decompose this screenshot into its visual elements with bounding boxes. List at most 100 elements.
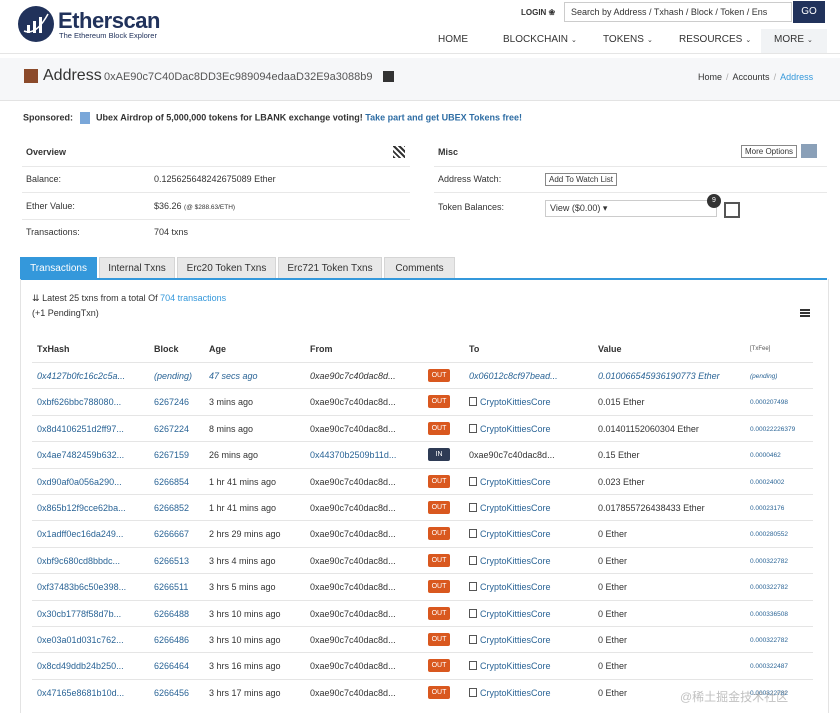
tab-comments[interactable]: Comments bbox=[384, 257, 455, 279]
age-text: 47 secs ago bbox=[209, 371, 258, 381]
block-link[interactable]: 6266456 bbox=[154, 688, 189, 698]
all-transactions-link[interactable]: 704 transactions bbox=[160, 293, 226, 303]
direction-badge: OUT bbox=[428, 553, 450, 567]
divider bbox=[22, 166, 410, 167]
ether-value-usd: $36.26 bbox=[154, 201, 182, 211]
block-link[interactable]: 6266511 bbox=[154, 582, 188, 592]
block-link[interactable]: 6266852 bbox=[154, 503, 189, 513]
table-row: 0x30cb1778f58d7b... 6266488 3 hrs 10 mins … bbox=[32, 599, 813, 627]
breadcrumb-accounts[interactable]: Accounts bbox=[733, 72, 770, 82]
txfee-text: 0.000322782 bbox=[750, 557, 788, 565]
txn-summary: ⇊ Latest 25 txns from a total Of 704 tra… bbox=[32, 293, 226, 304]
to-address[interactable]: CryptoKittiesCore bbox=[469, 635, 551, 645]
nav-blockchain[interactable]: BLOCKCHAIN ⌄ bbox=[503, 34, 577, 48]
tab-erc20-token-txns[interactable]: Erc20 Token Txns bbox=[177, 257, 276, 279]
to-address[interactable]: 0x06012c8cf97bead... bbox=[469, 371, 558, 381]
txfee-text: 0.000207498 bbox=[750, 399, 788, 407]
txhash-link[interactable]: 0x1adff0ec16da249... bbox=[37, 529, 123, 539]
from-address[interactable]: 0x44370b2509b11d... bbox=[310, 450, 396, 460]
to-address[interactable]: CryptoKittiesCore bbox=[469, 397, 551, 407]
expand-icon[interactable] bbox=[724, 202, 740, 218]
block-link[interactable]: 6266486 bbox=[154, 635, 189, 645]
to-address-text: CryptoKittiesCore bbox=[480, 555, 551, 566]
txhash-link[interactable]: 0x30cb1778f58d7b... bbox=[37, 609, 121, 619]
tab-internal-txns[interactable]: Internal Txns bbox=[99, 257, 175, 279]
table-row: 0xe03a01d031c762... 6266486 3 hrs 10 mins … bbox=[32, 626, 813, 653]
add-to-watch-list-button[interactable]: Add To Watch List bbox=[545, 173, 618, 186]
block-link[interactable]: 6266854 bbox=[154, 477, 189, 487]
from-address: 0xae90c7c40dac8d... bbox=[310, 582, 396, 593]
nav-resources[interactable]: RESOURCES ⌄ bbox=[679, 34, 751, 48]
block-link[interactable]: 6266667 bbox=[154, 529, 189, 539]
to-address[interactable]: CryptoKittiesCore bbox=[469, 555, 551, 566]
age-text: 3 hrs 10 mins ago bbox=[209, 608, 281, 619]
value-text: 0 Ether bbox=[598, 582, 628, 593]
tab-erc721-token-txns[interactable]: Erc721 Token Txns bbox=[278, 257, 382, 279]
to-address[interactable]: CryptoKittiesCore bbox=[469, 582, 551, 592]
nav-tokens[interactable]: TOKENS ⌄ bbox=[603, 34, 653, 48]
etherscan-logo-icon[interactable] bbox=[18, 6, 54, 42]
token-count-badge: 9 bbox=[707, 194, 721, 208]
txfee-text: 0.000280552 bbox=[750, 531, 788, 539]
age-text: 3 hrs 16 mins ago bbox=[209, 661, 281, 672]
ether-value-label: Ether Value: bbox=[26, 201, 75, 211]
block-link[interactable]: 6267159 bbox=[154, 450, 189, 460]
nav-more[interactable]: MORE ⌄ bbox=[774, 34, 813, 48]
table-row: 0x1adff0ec16da249... 6266667 2 hrs 29 mins… bbox=[32, 520, 813, 547]
token-balance-select[interactable]: View ($0.00) ▾ bbox=[545, 200, 717, 217]
token-balances-label: Token Balances: bbox=[438, 202, 505, 212]
to-address[interactable]: CryptoKittiesCore bbox=[469, 529, 551, 539]
from-address: 0xae90c7c40dac8d... bbox=[310, 397, 396, 408]
txhash-link[interactable]: 0xf37483b6c50e398... bbox=[37, 582, 126, 592]
to-address[interactable]: CryptoKittiesCore bbox=[469, 661, 551, 671]
to-address-text: CryptoKittiesCore bbox=[480, 476, 551, 487]
txhash-link[interactable]: 0xd90af0a056a290... bbox=[37, 477, 122, 487]
value-text: 0 Ether bbox=[598, 661, 628, 672]
block-link[interactable]: 6266488 bbox=[154, 609, 189, 619]
txhash-link[interactable]: 0x8d4106251d2ff97... bbox=[37, 424, 124, 434]
qr-code-icon[interactable] bbox=[393, 146, 405, 158]
to-address[interactable]: CryptoKittiesCore bbox=[469, 423, 551, 434]
ubex-icon bbox=[79, 112, 90, 124]
age-text: 3 hrs 17 mins ago bbox=[209, 687, 281, 698]
block-link[interactable]: 6267246 bbox=[154, 397, 189, 407]
block-link[interactable]: 6267224 bbox=[154, 424, 189, 434]
to-address[interactable]: CryptoKittiesCore bbox=[469, 608, 551, 619]
col-txhash: TxHash bbox=[37, 344, 70, 354]
txfee-text: 0.000322782 bbox=[750, 637, 788, 644]
breadcrumb-home[interactable]: Home bbox=[698, 72, 722, 82]
txhash-link[interactable]: 0x865b12f9cce62ba... bbox=[37, 503, 126, 513]
menu-icon[interactable] bbox=[800, 309, 810, 317]
txhash-link[interactable]: 0xbf626bbc788080... bbox=[37, 397, 121, 407]
txhash-link[interactable]: 0xe03a01d031c762... bbox=[37, 635, 124, 645]
login-link[interactable]: LOGIN ❀ bbox=[521, 8, 555, 17]
nav-home[interactable]: HOME bbox=[438, 34, 468, 48]
more-options-button[interactable]: More Options bbox=[741, 145, 798, 158]
tab-transactions[interactable]: Transactions bbox=[20, 257, 97, 279]
copy-icon[interactable] bbox=[383, 71, 394, 82]
direction-badge: OUT bbox=[428, 580, 450, 594]
txhash-link[interactable]: 0x4127b0fc16c2c5a... bbox=[37, 371, 125, 381]
from-address: 0xae90c7c40dac8d... bbox=[310, 371, 396, 381]
pending-txn-link[interactable]: (+1 PendingTxn) bbox=[32, 308, 99, 318]
txhash-link[interactable]: 0x8cd49ddb24b250... bbox=[37, 661, 124, 671]
direction-badge: IN bbox=[428, 448, 450, 462]
to-address[interactable]: CryptoKittiesCore bbox=[469, 503, 551, 513]
to-address[interactable]: CryptoKittiesCore bbox=[469, 687, 551, 698]
nav-more-label: MORE bbox=[774, 34, 804, 45]
txhash-link[interactable]: 0x47165e8681b10d... bbox=[37, 688, 124, 698]
page-title: Address bbox=[43, 67, 102, 84]
txhash-link[interactable]: 0x4ae7482459b632... bbox=[37, 450, 124, 460]
block-link[interactable]: 6266464 bbox=[154, 661, 189, 671]
grid-icon[interactable] bbox=[801, 144, 817, 158]
search-go-button[interactable]: GO bbox=[793, 1, 825, 23]
txhash-link[interactable]: 0xbf9c680cd8bbdc... bbox=[37, 556, 120, 566]
direction-badge: OUT bbox=[428, 421, 450, 435]
to-address[interactable]: CryptoKittiesCore bbox=[469, 476, 551, 487]
search-input[interactable]: Search by Address / Txhash / Block / Tok… bbox=[564, 2, 792, 22]
block-link[interactable]: 6266513 bbox=[154, 556, 189, 566]
block-link[interactable]: (pending) bbox=[154, 371, 192, 381]
sponsored-link[interactable]: Take part and get UBEX Tokens free! bbox=[365, 112, 522, 122]
direction-badge: OUT bbox=[428, 633, 450, 646]
watermark: @稀土掘金技术社区 bbox=[680, 690, 789, 704]
